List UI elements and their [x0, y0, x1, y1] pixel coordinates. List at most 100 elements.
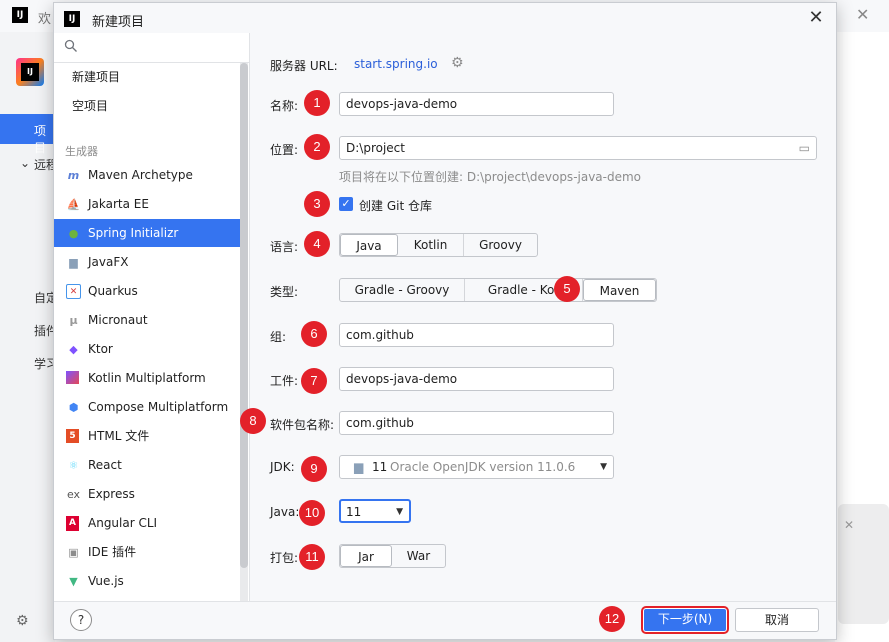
search-input[interactable] — [54, 33, 249, 63]
packaging-selector: Jar War — [339, 544, 446, 568]
list-item-html-file[interactable]: 5 HTML 文件 — [54, 422, 240, 450]
language-option-groovy[interactable]: Groovy — [464, 234, 537, 256]
express-icon: ex — [66, 488, 81, 501]
git-checkbox[interactable]: ✓ — [339, 197, 353, 211]
annotation-marker: 5 — [554, 276, 580, 302]
html5-icon: 5 — [66, 429, 79, 443]
close-icon[interactable]: ✕ — [804, 7, 828, 28]
language-option-java[interactable]: Java — [340, 234, 398, 256]
annotation-marker: 3 — [304, 191, 330, 217]
artifact-label: 工件: — [270, 374, 299, 388]
jdk-name: Oracle OpenJDK version 11.0.6 — [390, 460, 576, 474]
list-item-empty-project[interactable]: 空项目 — [54, 92, 240, 120]
list-item-label: Angular CLI — [88, 516, 158, 530]
ktor-icon: ◆ — [69, 343, 78, 356]
list-item-label: Express — [88, 487, 135, 501]
intellij-app-icon: IJ — [12, 7, 28, 23]
javafx-icon: ▆ — [69, 256, 78, 269]
intellij-logo-icon: IJ — [16, 58, 44, 86]
list-item-quarkus[interactable]: ✕ Quarkus — [54, 277, 240, 305]
annotation-marker: 6 — [301, 321, 327, 347]
list-item-new-project[interactable]: 新建项目 — [54, 63, 240, 91]
location-field[interactable]: D:\project ▭ — [339, 136, 817, 160]
micronaut-icon: μ — [69, 314, 78, 327]
dialog-titlebar: IJ 新建项目 ✕ — [54, 3, 836, 33]
gear-icon[interactable]: ⚙ — [16, 613, 29, 629]
folder-icon: ▆ — [354, 460, 364, 474]
list-item-label: Maven Archetype — [88, 168, 193, 182]
list-item-label: Micronaut — [88, 313, 148, 327]
packaging-option-jar[interactable]: Jar — [340, 545, 392, 567]
folder-icon[interactable]: ▭ — [799, 137, 810, 159]
git-checkbox-label: 创建 Git 仓库 — [359, 199, 432, 213]
help-button[interactable]: ? — [70, 609, 92, 631]
jdk-label: JDK: — [270, 460, 295, 474]
list-item-spring-initializr[interactable]: ● Spring Initializr — [54, 219, 240, 247]
chevron-down-icon[interactable]: ⌄ — [20, 156, 30, 170]
list-item-jakarta-ee[interactable]: ⛵ Jakarta EE — [54, 190, 240, 218]
jdk-dropdown[interactable]: ▆ 11 Oracle OpenJDK version 11.0.6 ▼ — [339, 455, 614, 479]
packaging-label: 打包: — [270, 551, 299, 565]
next-button[interactable]: 下一步(N) — [641, 606, 729, 634]
list-item-label: HTML 文件 — [88, 429, 150, 443]
search-icon — [64, 39, 77, 52]
list-item-react[interactable]: ⚛ React — [54, 451, 240, 479]
package-field[interactable]: com.github — [339, 411, 614, 435]
annotation-marker: 8 — [240, 408, 266, 434]
list-item-maven-archetype[interactable]: m Maven Archetype — [54, 161, 240, 189]
scrollbar-thumb[interactable] — [240, 63, 248, 568]
annotation-marker: 1 — [304, 90, 330, 116]
maven-icon: m — [67, 169, 80, 182]
list-item-vuejs[interactable]: ▼ Vue.js — [54, 567, 240, 595]
server-url-label: 服务器 URL: — [270, 59, 338, 73]
language-option-kotlin[interactable]: Kotlin — [398, 234, 464, 256]
type-selector: Gradle - Groovy Gradle - Kot Maven — [339, 278, 657, 302]
name-field[interactable]: devops-java-demo — [339, 92, 614, 116]
list-item-micronaut[interactable]: μ Micronaut — [54, 306, 240, 334]
group-field[interactable]: com.github — [339, 323, 614, 347]
welcome-title: 欢 — [38, 12, 52, 27]
welcome-nav-projects[interactable]: 项目 — [0, 114, 55, 155]
list-scrollbar[interactable] — [240, 63, 248, 601]
type-option-maven[interactable]: Maven — [583, 279, 656, 301]
list-item-label: Jakarta EE — [88, 197, 149, 211]
dialog-title: 新建项目 — [92, 15, 145, 30]
project-settings-form: 服务器 URL: start.spring.io ⚙ 名称: devops-ja… — [240, 33, 836, 601]
type-label: 类型: — [270, 285, 299, 299]
jdk-version: 11 — [372, 460, 388, 474]
java-version-value: 11 — [346, 505, 362, 519]
close-icon[interactable]: ✕ — [844, 518, 854, 532]
annotation-marker: 7 — [301, 368, 327, 394]
kotlin-icon — [66, 371, 79, 384]
vue-icon: ▼ — [69, 575, 78, 588]
list-item-kotlin-multiplatform[interactable]: Kotlin Multiplatform — [54, 364, 240, 392]
list-item-javafx[interactable]: ▆ JavaFX — [54, 248, 240, 276]
list-item-compose-multiplatform[interactable]: ⬢ Compose Multiplatform — [54, 393, 240, 421]
chevron-down-icon: ▼ — [396, 507, 403, 517]
chevron-down-icon: ▼ — [600, 462, 607, 472]
group-label: 组: — [270, 330, 287, 344]
annotation-marker: 9 — [301, 456, 327, 482]
artifact-field[interactable]: devops-java-demo — [339, 367, 614, 391]
annotation-marker: 10 — [299, 500, 325, 526]
list-item-ktor[interactable]: ◆ Ktor — [54, 335, 240, 363]
cancel-button[interactable]: 取消 — [735, 608, 819, 632]
gear-icon[interactable]: ⚙ — [451, 55, 464, 71]
compose-icon: ⬢ — [68, 401, 79, 414]
new-project-dialog: IJ 新建项目 ✕ 新建项目 空项目 生成器 m Maven Archetype… — [53, 2, 837, 640]
java-version-dropdown[interactable]: 11 ▼ — [339, 499, 411, 523]
server-url-link[interactable]: start.spring.io — [354, 57, 438, 71]
list-item-label: Kotlin Multiplatform — [88, 371, 206, 385]
java-version-label: Java: — [270, 505, 300, 519]
list-item-label: 空项目 — [72, 99, 109, 113]
type-option-gradle-groovy[interactable]: Gradle - Groovy — [340, 279, 465, 301]
location-label: 位置: — [270, 143, 299, 157]
location-hint: 项目将在以下位置创建: D:\project\devops-java-demo — [339, 170, 642, 184]
list-item-angular-cli[interactable]: A Angular CLI — [54, 509, 240, 537]
packaging-option-war[interactable]: War — [392, 545, 445, 567]
list-item-label: React — [88, 458, 122, 472]
list-item-ide-plugin[interactable]: ▣ IDE 插件 — [54, 538, 240, 566]
react-icon: ⚛ — [68, 459, 79, 472]
close-icon[interactable]: ✕ — [856, 5, 869, 24]
list-item-express[interactable]: ex Express — [54, 480, 240, 508]
